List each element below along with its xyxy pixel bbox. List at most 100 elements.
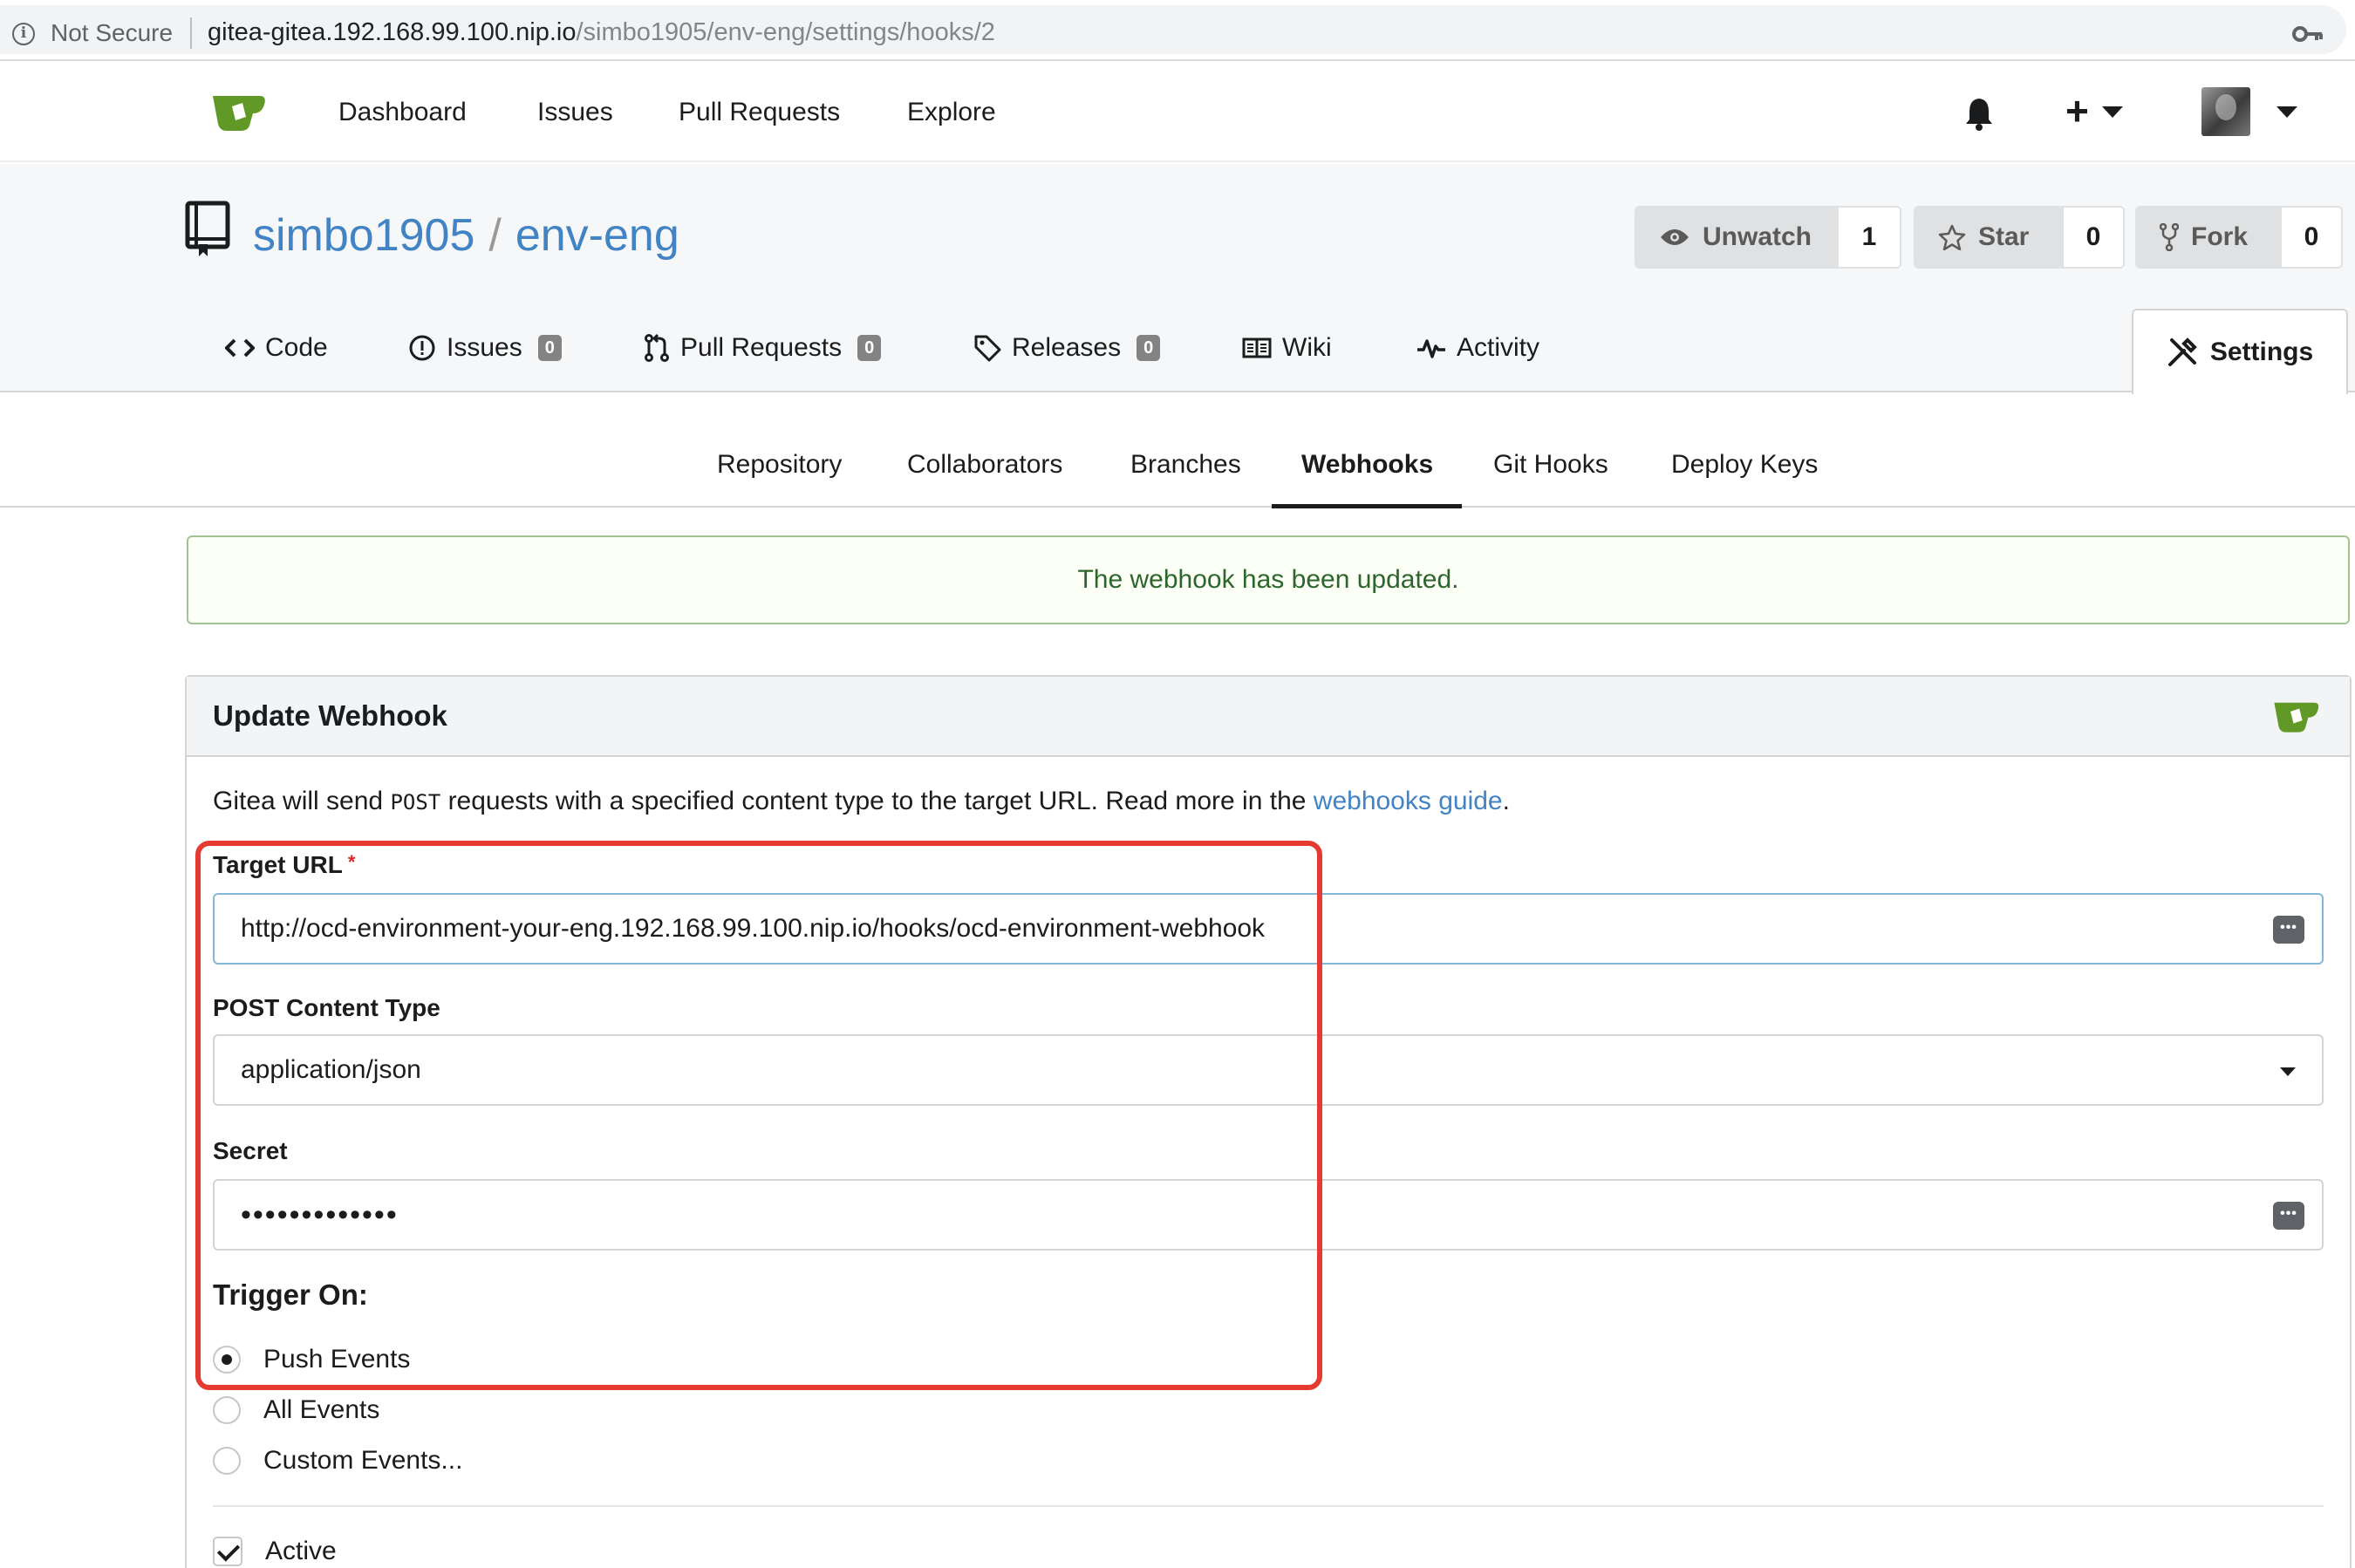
security-indicator[interactable]: Not Secure — [51, 19, 173, 47]
panel-header: Update Webhook — [187, 677, 2350, 757]
fork-label: Fork — [2191, 222, 2249, 251]
submenu-collaborators[interactable]: Collaborators — [907, 450, 1062, 480]
tab-releases[interactable]: Releases 0 — [973, 333, 1161, 363]
tab-releases-label: Releases — [1012, 333, 1122, 362]
trigger-on-label: Trigger On: — [213, 1278, 368, 1311]
gitea-logo-icon[interactable] — [209, 91, 267, 133]
active-toggle[interactable]: Active — [213, 1537, 337, 1566]
pulls-count-badge: 0 — [857, 335, 882, 361]
stars-count[interactable]: 0 — [2064, 208, 2123, 267]
avatar[interactable] — [2201, 87, 2250, 136]
nav-explore[interactable]: Explore — [907, 98, 996, 127]
success-message: The webhook has been updated. — [187, 535, 2350, 624]
trigger-all-events[interactable]: All Events — [213, 1395, 379, 1425]
trigger-custom-events[interactable]: Custom Events... — [213, 1446, 462, 1476]
submenu-webhooks[interactable]: Webhooks — [1301, 450, 1433, 480]
tag-icon — [974, 335, 1001, 362]
tab-wiki[interactable]: Wiki — [1242, 333, 1332, 363]
tab-wiki-label: Wiki — [1282, 333, 1332, 362]
key-icon[interactable] — [2292, 23, 2324, 45]
nav-issues[interactable]: Issues — [537, 98, 613, 127]
issue-icon — [409, 335, 435, 361]
update-webhook-panel: Update Webhook Gitea will send POST requ… — [185, 675, 2352, 1568]
desc-code: POST — [390, 790, 441, 815]
required-mark: * — [347, 851, 356, 873]
unwatch-button[interactable]: Unwatch — [1636, 208, 1839, 267]
webhook-description: Gitea will send POST requests with a spe… — [213, 787, 1510, 816]
watchers-count[interactable]: 1 — [1839, 208, 1900, 267]
tab-code-label: Code — [265, 333, 328, 362]
tab-issues[interactable]: Issues 0 — [408, 333, 562, 363]
form-divider — [213, 1505, 2324, 1507]
repo-owner-link[interactable]: simbo1905 — [253, 210, 474, 261]
active-checkbox[interactable] — [213, 1537, 242, 1566]
tab-activity[interactable]: Activity — [1416, 333, 1539, 363]
releases-count-badge: 0 — [1137, 335, 1161, 361]
active-label: Active — [265, 1537, 337, 1565]
address-separator — [190, 17, 192, 49]
submenu-git-hooks[interactable]: Git Hooks — [1493, 450, 1608, 480]
tab-code[interactable]: Code — [225, 333, 328, 363]
code-icon — [225, 338, 255, 358]
trigger-push-label: Push Events — [263, 1345, 411, 1374]
target-url-input[interactable]: http://ocd-environment-your-eng.192.168.… — [213, 893, 2324, 965]
radio-push-events[interactable] — [213, 1346, 241, 1374]
chevron-down-icon[interactable] — [2102, 106, 2123, 118]
trigger-push-events[interactable]: Push Events — [213, 1345, 410, 1374]
target-url-label-text: Target URL — [213, 851, 343, 878]
repo-book-icon — [185, 201, 230, 256]
tab-issues-label: Issues — [447, 333, 522, 362]
chevron-down-icon[interactable] — [2276, 106, 2297, 118]
star-icon — [1938, 224, 1966, 250]
star-button-group: Star 0 — [1914, 206, 2125, 269]
webhooks-guide-link[interactable]: webhooks guide — [1314, 787, 1503, 815]
radio-custom-events[interactable] — [213, 1447, 241, 1475]
tools-icon — [2167, 337, 2197, 366]
unwatch-label: Unwatch — [1703, 222, 1812, 251]
pulse-icon — [1417, 339, 1445, 358]
tab-settings-label: Settings — [2209, 337, 2314, 366]
tab-settings[interactable]: Settings — [2132, 309, 2348, 394]
url-text[interactable]: gitea-gitea.192.168.99.100.nip.io/simbo1… — [208, 18, 995, 47]
issues-count-badge: 0 — [537, 335, 562, 361]
secret-label: Secret — [213, 1137, 288, 1164]
fork-button[interactable]: Fork — [2137, 208, 2282, 267]
panel-title: Update Webhook — [213, 699, 447, 732]
password-manager-icon[interactable]: ••• — [2273, 916, 2304, 944]
browser-address-bar: i Not Secure gitea-gitea.192.168.99.100.… — [0, 0, 2355, 61]
desc-text-end: . — [1502, 787, 1510, 815]
bell-icon[interactable] — [1964, 96, 1994, 131]
submenu-deploy-keys[interactable]: Deploy Keys — [1671, 450, 1818, 480]
password-manager-icon[interactable]: ••• — [2273, 1202, 2304, 1230]
create-new-button[interactable]: + — [2065, 89, 2089, 133]
tab-pull-requests[interactable]: Pull Requests 0 — [644, 333, 882, 363]
target-url-label: Target URL * — [213, 851, 355, 879]
desc-text-middle: requests with a specified content type t… — [440, 787, 1314, 815]
repo-title-separator: / — [488, 210, 502, 261]
target-url-value: http://ocd-environment-your-eng.192.168.… — [241, 914, 1266, 943]
secret-input[interactable]: ••••••••••••• ••• — [213, 1179, 2324, 1251]
desc-text: Gitea will send — [213, 787, 391, 815]
active-tab-underline — [1272, 504, 1462, 508]
settings-submenu: Repository Collaborators Branches Webhoo… — [0, 394, 2355, 508]
info-icon[interactable]: i — [12, 23, 35, 45]
star-button[interactable]: Star — [1915, 208, 2064, 267]
trigger-custom-label: Custom Events... — [263, 1446, 463, 1475]
forks-count[interactable]: 0 — [2282, 208, 2341, 267]
repo-name-link[interactable]: env-eng — [515, 210, 679, 261]
dropdown-caret-icon — [2280, 1067, 2296, 1076]
submenu-repository[interactable]: Repository — [717, 450, 842, 480]
fork-button-group: Fork 0 — [2135, 206, 2343, 269]
repo-header: simbo1905 / env-eng Unwatch 1 Star 0 Fork … — [0, 164, 2355, 394]
radio-all-events[interactable] — [213, 1396, 241, 1424]
trigger-all-label: All Events — [263, 1395, 380, 1424]
content-type-select[interactable]: application/json — [213, 1034, 2324, 1106]
pull-request-icon — [645, 333, 669, 362]
tab-activity-label: Activity — [1457, 333, 1540, 362]
submenu-branches[interactable]: Branches — [1130, 450, 1241, 480]
content-type-value: application/json — [241, 1055, 421, 1084]
url-path: /simbo1905/env-eng/settings/hooks/2 — [576, 18, 995, 46]
address-field[interactable]: i Not Secure gitea-gitea.192.168.99.100.… — [0, 5, 2346, 54]
nav-pull-requests[interactable]: Pull Requests — [679, 98, 840, 127]
nav-dashboard[interactable]: Dashboard — [338, 98, 467, 127]
